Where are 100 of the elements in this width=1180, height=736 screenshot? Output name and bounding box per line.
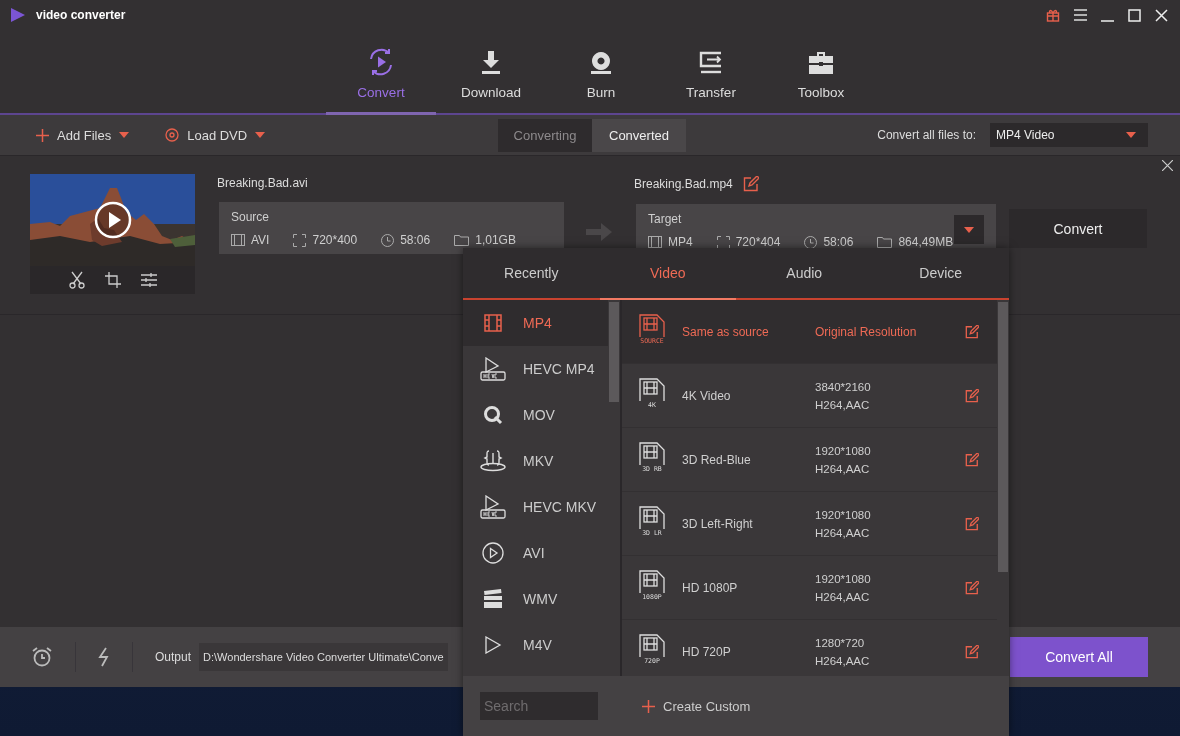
film-icon [648, 236, 662, 248]
file-property: 720*404 [735, 235, 781, 249]
scrollbar-thumb[interactable] [609, 302, 619, 402]
preset-resolution: 1920*1080 [815, 572, 872, 585]
expand-icon [716, 235, 730, 249]
preset-codec: H264,AAC [815, 526, 871, 539]
preset-codec: H264,AAC [815, 398, 871, 411]
add-files-button[interactable]: Add Files [36, 127, 130, 143]
edit-icon[interactable] [965, 388, 979, 403]
preset-resolution: 1920*1080 [815, 508, 872, 521]
preset-resolution: 1920*1080 [815, 444, 872, 457]
film-icon [484, 314, 502, 332]
format-item[interactable]: WMV [463, 576, 608, 622]
scissors-icon[interactable] [68, 271, 85, 289]
file-property: 58:06 [400, 233, 431, 247]
preset-name: 4K Video [682, 388, 732, 403]
file-name: Breaking.Bad.mp4 [634, 177, 733, 191]
output-path-field[interactable]: D:\Wondershare Video Converter Ultimate\Conve [199, 643, 448, 671]
file-property: 1,01GB [475, 233, 516, 247]
close-icon[interactable] [1162, 160, 1173, 171]
format-category-tab[interactable]: Device [872, 248, 1009, 300]
format-category-tab[interactable]: Recently [463, 248, 600, 300]
format-item[interactable]: MOV [463, 392, 608, 438]
edit-icon[interactable] [742, 176, 759, 192]
format-item[interactable]: HEVC MP4 [463, 346, 608, 392]
target-label: Target [648, 212, 682, 226]
gift-icon[interactable] [1046, 8, 1060, 22]
preset-resolution: Original Resolution [815, 324, 918, 339]
arrow-icon [586, 223, 612, 241]
nav-tab[interactable]: Transfer [656, 30, 766, 115]
preset-resolution: 1280*720 [815, 636, 866, 649]
app-title: video converter [36, 8, 126, 22]
edit-icon[interactable] [965, 644, 979, 659]
caret-icon [255, 132, 266, 138]
lightning-icon[interactable] [98, 647, 110, 667]
disc-icon [165, 128, 180, 142]
sliders-icon[interactable] [140, 272, 157, 288]
film-icon [231, 234, 245, 246]
folder-icon [877, 236, 893, 248]
preset-codec: H264,AAC [815, 590, 871, 603]
file-property: AVI [251, 233, 270, 247]
preset-codec: H264,AAC [815, 462, 871, 475]
convert-all-button[interactable]: Convert All [1010, 637, 1148, 677]
edit-icon[interactable] [965, 452, 979, 467]
q-icon [483, 405, 503, 425]
scrollbar-thumb[interactable] [998, 302, 1008, 572]
caret-icon [119, 132, 130, 138]
nav-tab[interactable]: Burn [546, 30, 656, 115]
source-label: Source [231, 210, 270, 224]
preset-name: 3D Left-Right [682, 516, 754, 531]
hevc-icon [480, 357, 506, 381]
edit-icon[interactable] [965, 324, 979, 339]
preset-name: 3D Red-Blue [682, 452, 752, 467]
file-property: 864,49MB [898, 235, 954, 249]
crop-icon[interactable] [104, 272, 121, 288]
output-label: Output [155, 650, 192, 664]
plus-icon [642, 699, 655, 713]
expand-icon [293, 233, 307, 247]
format-dropdown[interactable]: MP4 Video [990, 123, 1148, 147]
file-property: 720*400 [312, 233, 358, 247]
menu-icon[interactable] [1074, 9, 1087, 21]
preset-codec: H264,AAC [815, 654, 871, 667]
plus-icon [36, 128, 49, 142]
format-category-tab[interactable]: Audio [736, 248, 873, 300]
caret-icon [1126, 132, 1136, 138]
hevc-icon [480, 495, 506, 519]
maximize-icon[interactable] [1128, 8, 1141, 22]
clock-icon [381, 233, 395, 247]
play-icon [483, 636, 503, 654]
edit-icon[interactable] [965, 580, 979, 595]
file-property: MP4 [668, 235, 693, 249]
preset-name: HD 720P [682, 644, 732, 659]
search-field[interactable]: Search [480, 692, 598, 720]
format-item[interactable]: AVI [463, 530, 608, 576]
convert-button[interactable]: Convert [1009, 209, 1147, 248]
play-circle-icon [482, 542, 504, 564]
play-icon[interactable] [94, 201, 132, 239]
nav-tab[interactable]: Toolbox [766, 30, 876, 115]
create-custom-button[interactable]: Create Custom [636, 697, 757, 715]
folder-icon [454, 234, 470, 246]
edit-icon[interactable] [965, 516, 979, 531]
format-menu-button[interactable] [954, 215, 984, 244]
logo-icon [10, 7, 26, 23]
format-item[interactable]: M4V [463, 622, 608, 668]
preset-name: HD 1080P [682, 580, 739, 595]
status-tab[interactable]: Converting [498, 118, 592, 152]
format-item[interactable]: MKV [463, 438, 608, 484]
format-item[interactable]: MP4 [463, 300, 608, 346]
braces-icon [480, 450, 506, 472]
caret-icon [964, 226, 974, 233]
clapperboard-icon [483, 589, 503, 609]
alarm-clock-icon[interactable] [31, 646, 53, 668]
load-dvd-button[interactable]: Load DVD [165, 127, 266, 143]
file-property: 58:06 [823, 235, 854, 249]
format-item[interactable]: HEVC MKV [463, 484, 608, 530]
clock-icon [804, 235, 818, 249]
status-tab[interactable]: Converted [592, 118, 686, 152]
convert-all-label: Convert all files to: [877, 128, 976, 142]
nav-tab[interactable]: Download [436, 30, 546, 115]
preset-name: Same as source [682, 324, 770, 339]
